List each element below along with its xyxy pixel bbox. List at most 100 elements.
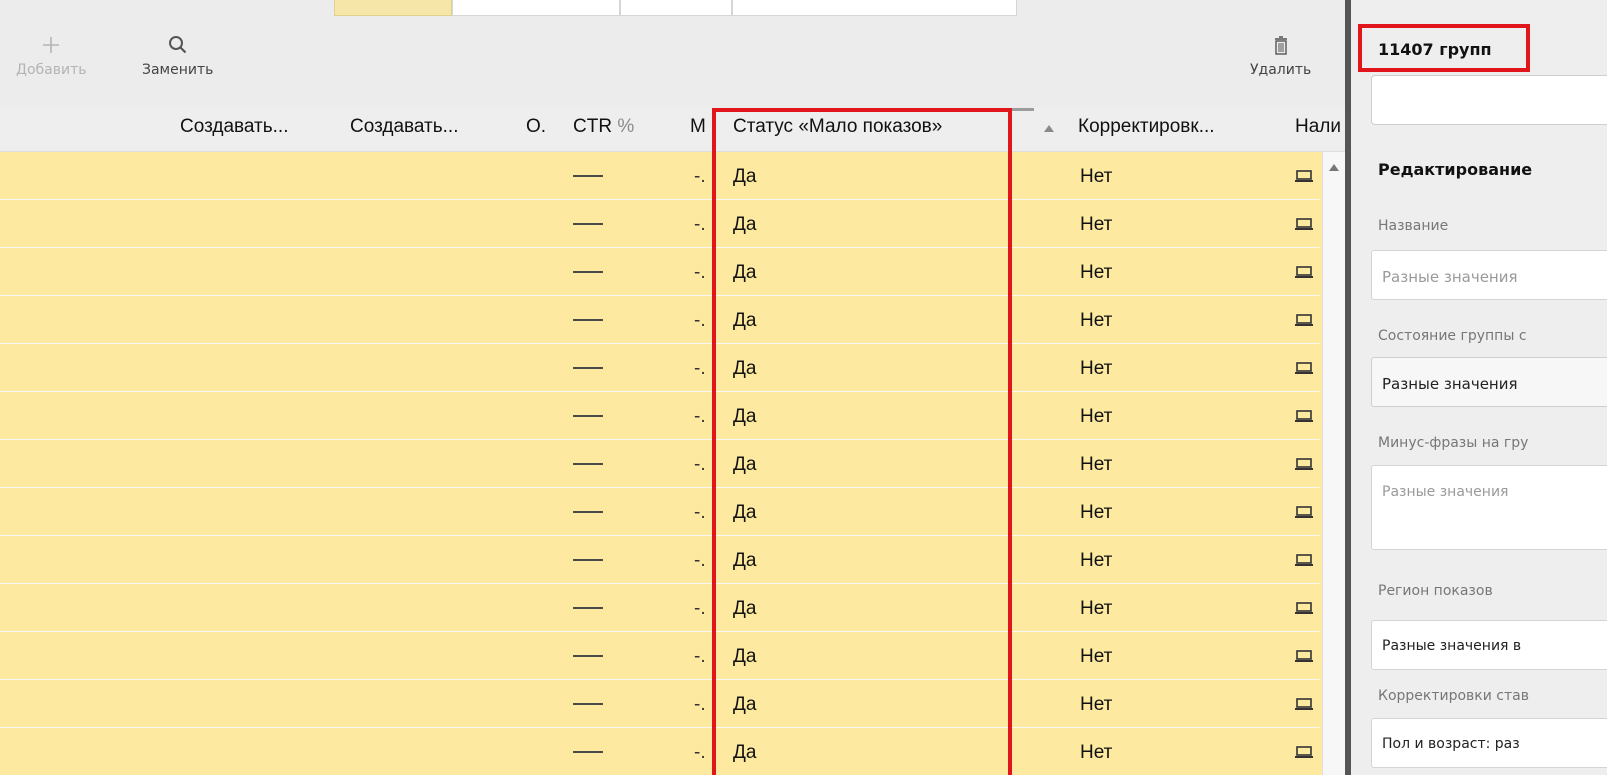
name-field-label: Название: [1378, 218, 1449, 234]
sort-ascending-icon[interactable]: [1044, 125, 1054, 132]
delete-button[interactable]: Удалить: [1250, 30, 1311, 78]
adjustment-cell: Нет: [1080, 166, 1113, 187]
status-cell: Да: [733, 358, 757, 379]
column-header[interactable]: Нали: [1295, 116, 1341, 138]
bid-adjustments-field[interactable]: Пол и возраст: раз: [1371, 718, 1607, 768]
table-row[interactable]: -. Да Нет: [0, 584, 1320, 632]
column-header-label: Корректировк...: [1078, 116, 1215, 137]
column-header[interactable]: Создавать...: [180, 116, 289, 138]
state-select-value: Разные значения: [1382, 375, 1518, 393]
state-field-label: Состояние группы с: [1378, 328, 1527, 344]
table-row[interactable]: -. Да Нет: [0, 392, 1320, 440]
table-row[interactable]: -. Да Нет: [0, 296, 1320, 344]
status-cell: Да: [733, 694, 757, 715]
truncated-cell: -.: [694, 262, 706, 283]
truncated-cell: -.: [694, 598, 706, 619]
status-cell: Да: [733, 742, 757, 763]
column-header[interactable]: Создавать...: [350, 116, 459, 138]
truncated-cell: -.: [694, 550, 706, 571]
column-header[interactable]: О.: [526, 116, 546, 138]
column-header-ctr[interactable]: CTR %: [573, 116, 634, 138]
name-field-placeholder: Разные значения: [1382, 268, 1518, 286]
minus-phrases-placeholder: Разные значения: [1382, 484, 1509, 500]
column-header-unit: %: [617, 116, 635, 137]
tab-active[interactable]: [334, 0, 452, 16]
adjustment-cell: Нет: [1080, 646, 1113, 667]
laptop-icon: [1295, 410, 1313, 422]
column-header-low-impressions-status[interactable]: Статус «Мало показов»: [733, 116, 942, 138]
column-header-label: М: [690, 116, 706, 137]
adjustment-cell: Нет: [1080, 550, 1113, 571]
status-cell: Да: [733, 454, 757, 475]
scrollbar[interactable]: [1322, 152, 1345, 775]
tab[interactable]: [620, 0, 732, 16]
table-row[interactable]: -. Да Нет: [0, 152, 1320, 200]
column-header-label: Создавать...: [180, 116, 289, 137]
truncated-cell: -.: [694, 694, 706, 715]
table-row[interactable]: -. Да Нет: [0, 440, 1320, 488]
column-header-label: Создавать...: [350, 116, 459, 137]
table-row[interactable]: -. Да Нет: [0, 728, 1320, 775]
ctr-cell-empty: [573, 607, 603, 609]
status-cell: Да: [733, 262, 757, 283]
truncated-cell: -.: [694, 214, 706, 235]
ctr-cell-empty: [573, 271, 603, 273]
truncated-cell: -.: [694, 406, 706, 427]
ctr-cell-empty: [573, 367, 603, 369]
table-header: Создавать... Создавать... О. CTR % М Ста…: [0, 108, 1345, 152]
panel-body: [1351, 140, 1607, 775]
bid-adjustments-value: Пол и возраст: раз: [1382, 736, 1520, 752]
state-select[interactable]: Разные значения: [1371, 357, 1607, 407]
table-row[interactable]: -. Да Нет: [0, 344, 1320, 392]
table-body: -. Да Нет -. Да Нет -. Да Нет -. Да Нет -. Да Нет -. Да Н…: [0, 152, 1345, 775]
add-button[interactable]: Добавить: [16, 30, 86, 78]
name-field[interactable]: Разные значения: [1371, 250, 1607, 300]
column-header[interactable]: Корректировк...: [1078, 116, 1215, 138]
table-row[interactable]: -. Да Нет: [0, 488, 1320, 536]
ctr-cell-empty: [573, 175, 603, 177]
scroll-up-icon[interactable]: [1329, 164, 1339, 171]
table-row[interactable]: -. Да Нет: [0, 680, 1320, 728]
column-header-label: CTR: [573, 116, 613, 137]
truncated-cell: -.: [694, 454, 706, 475]
table-row[interactable]: -. Да Нет: [0, 632, 1320, 680]
ctr-cell-empty: [573, 223, 603, 225]
replace-button-label: Заменить: [142, 62, 214, 78]
column-resize-handle[interactable]: [1012, 108, 1034, 111]
status-cell: Да: [733, 214, 757, 235]
ctr-cell-empty: [573, 463, 603, 465]
region-field-label: Регион показов: [1378, 583, 1493, 599]
laptop-icon: [1295, 602, 1313, 614]
truncated-cell: -.: [694, 310, 706, 331]
tab[interactable]: [452, 0, 620, 16]
table-row[interactable]: -. Да Нет: [0, 200, 1320, 248]
ctr-cell-empty: [573, 319, 603, 321]
status-cell: Да: [733, 502, 757, 523]
truncated-cell: -.: [694, 502, 706, 523]
search-input[interactable]: [1371, 75, 1607, 125]
replace-button[interactable]: Заменить: [142, 30, 213, 78]
adjustment-cell: Нет: [1080, 742, 1113, 763]
table-row[interactable]: -. Да Нет: [0, 248, 1320, 296]
laptop-icon: [1295, 458, 1313, 470]
truncated-cell: -.: [694, 358, 706, 379]
region-field[interactable]: Разные значения в: [1371, 620, 1607, 670]
adjustment-cell: Нет: [1080, 406, 1113, 427]
adjustment-cell: Нет: [1080, 262, 1113, 283]
region-field-value: Разные значения в: [1382, 638, 1522, 654]
tab-strip: [0, 0, 1345, 16]
minus-phrases-textarea[interactable]: Разные значения: [1371, 465, 1607, 550]
ctr-cell-empty: [573, 559, 603, 561]
ctr-cell-empty: [573, 511, 603, 513]
column-header-label: Нали: [1295, 116, 1341, 137]
tab[interactable]: [732, 0, 1017, 16]
table-row[interactable]: -. Да Нет: [0, 536, 1320, 584]
adjustment-cell: Нет: [1080, 454, 1113, 475]
groups-table-pane: Добавить Заменить Удалить Создавать... С…: [0, 0, 1345, 775]
ctr-cell-empty: [573, 655, 603, 657]
column-header[interactable]: М: [690, 116, 706, 138]
adjustment-cell: Нет: [1080, 598, 1113, 619]
laptop-icon: [1295, 170, 1313, 182]
truncated-cell: -.: [694, 166, 706, 187]
truncated-cell: -.: [694, 646, 706, 667]
